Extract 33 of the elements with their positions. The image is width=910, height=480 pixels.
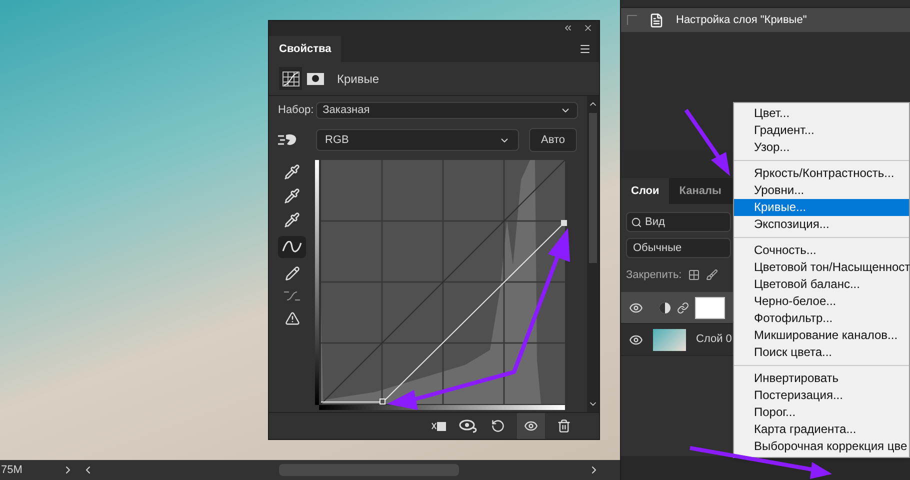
menu-item[interactable]: Порог... (734, 404, 909, 421)
panel-tab[interactable]: Каналы (669, 178, 732, 204)
menu-item[interactable]: Экспозиция... (734, 216, 909, 233)
menu-item[interactable]: Яркость/Контрастность... (734, 165, 909, 182)
menu-item[interactable]: Микширование каналов... (734, 327, 909, 344)
document-size: 75M (0, 462, 24, 478)
search-field[interactable]: Вид (626, 212, 731, 232)
preset-label: Набор: (278, 103, 314, 118)
menu-item[interactable]: Поиск цвета... (734, 344, 909, 361)
blend-mode-dropdown[interactable]: Обычные (626, 238, 731, 258)
preset-dropdown[interactable]: Заказная (316, 102, 578, 119)
lock-label: Закрепить: (626, 268, 682, 283)
menu-item[interactable]: Инвертировать (734, 370, 909, 387)
menu-item[interactable]: Цветовой баланс... (734, 276, 909, 293)
channel-dropdown[interactable]: RGB (316, 129, 519, 151)
panel-tab[interactable]: Слои (621, 178, 670, 204)
menu-item[interactable]: Цвет... (734, 105, 909, 122)
menu-item[interactable]: Постеризация... (734, 387, 909, 404)
menu-item[interactable]: Фотофильтр... (734, 310, 909, 327)
menu-item[interactable]: Сочность... (734, 242, 909, 259)
menu-item[interactable]: Уровни... (734, 182, 909, 199)
panel-tab[interactable]: Свойства (269, 36, 342, 62)
menu-item[interactable]: Узор... (734, 139, 909, 156)
menu-item[interactable]: Черно-белое... (734, 293, 909, 310)
layer-name: Слой 0 (696, 332, 732, 348)
menu-item[interactable]: Выборочная коррекция цве (734, 438, 909, 455)
auto-button[interactable]: Авто (529, 128, 577, 152)
menu-item[interactable]: Цветовой тон/Насыщенност (734, 259, 909, 276)
adjustment-title: Кривые (337, 70, 380, 88)
menu-item[interactable]: Градиент... (734, 122, 909, 139)
menu-item[interactable]: Карта градиента... (734, 421, 909, 438)
history-item[interactable]: Настройка слоя "Кривые" (621, 8, 910, 32)
menu-item[interactable]: Кривые... (734, 199, 909, 216)
